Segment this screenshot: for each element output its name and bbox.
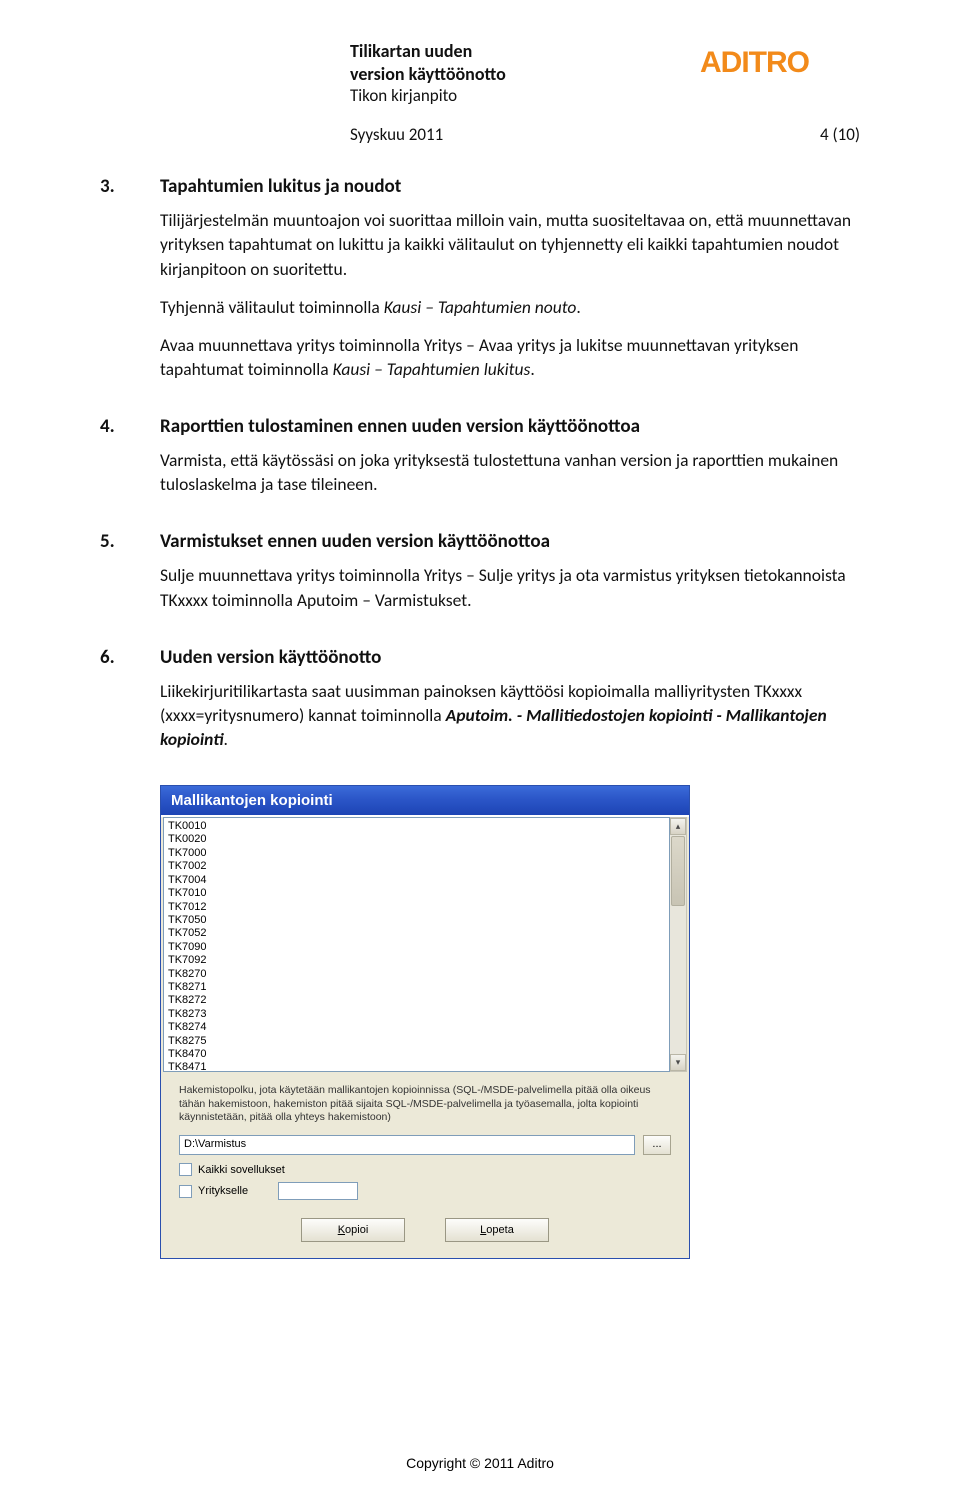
section-4: 4. Raporttien tulostaminen ennen uuden ve… <box>100 415 860 496</box>
paragraph: Tilijärjestelmän muuntoajon voi suoritta… <box>160 208 860 280</box>
section-title: Varmistukset ennen uuden version käyttöö… <box>160 530 550 553</box>
list-item[interactable]: TK7012 <box>168 901 665 914</box>
section-number: 3. <box>100 175 124 198</box>
kopioi-button[interactable]: Kopioi <box>301 1218 405 1242</box>
mallikantojen-dialog: Mallikantojen kopiointi TK0010TK0020TK70… <box>160 785 690 1259</box>
all-apps-checkbox[interactable] <box>179 1163 192 1176</box>
section-heading: 3. Tapahtumien lukitus ja noudot <box>100 175 860 198</box>
list-item[interactable]: TK7092 <box>168 954 665 967</box>
list-item[interactable]: TK7050 <box>168 914 665 927</box>
list-item[interactable]: TK8270 <box>168 968 665 981</box>
dialog-titlebar: Mallikantojen kopiointi <box>161 786 689 815</box>
list-item[interactable]: TK7000 <box>168 847 665 860</box>
aditro-logo: ADITRO <box>700 44 860 85</box>
list-item[interactable]: TK8271 <box>168 981 665 994</box>
page-number: 4 (10) <box>820 124 860 145</box>
yritykselle-label: Yritykselle <box>198 1185 248 1197</box>
doc-title-2: version käyttöönotto <box>350 63 506 86</box>
section-body: Varmista, että käytössäsi on joka yrityk… <box>100 448 860 496</box>
list-item[interactable]: TK8471 <box>168 1061 665 1072</box>
section-heading: 4. Raporttien tulostaminen ennen uuden ve… <box>100 415 860 438</box>
paragraph: Sulje muunnettava yritys toiminnolla Yri… <box>160 563 860 611</box>
section-heading: 5. Varmistukset ennen uuden version käytt… <box>100 530 860 553</box>
paragraph: Liikekirjuritilikartasta saat uusimman p… <box>160 679 860 751</box>
date-page-row: Syyskuu 2011 4 (10) <box>100 124 860 145</box>
all-apps-label: Kaikki sovellukset <box>198 1164 285 1176</box>
section-heading: 6. Uuden version käyttöönotto <box>100 646 860 669</box>
section-number: 6. <box>100 646 124 669</box>
paragraph: Varmista, että käytössäsi on joka yrityk… <box>160 448 860 496</box>
browse-button[interactable]: ... <box>643 1135 671 1155</box>
list-item[interactable]: TK7004 <box>168 874 665 887</box>
list-item[interactable]: TK8470 <box>168 1048 665 1061</box>
yritykselle-input[interactable] <box>278 1182 358 1200</box>
section-title: Uuden version käyttöönotto <box>160 646 381 669</box>
section-body: Sulje muunnettava yritys toiminnolla Yri… <box>100 563 860 611</box>
section-3: 3. Tapahtumien lukitus ja noudot Tilijärje… <box>100 175 860 381</box>
copyright-footer: Copyright © 2011 Aditro <box>0 1455 960 1471</box>
list-item[interactable]: TK7010 <box>168 887 665 900</box>
svg-text:ADITRO: ADITRO <box>700 46 810 79</box>
list-item[interactable]: TK8272 <box>168 994 665 1007</box>
list-item[interactable]: TK7002 <box>168 860 665 873</box>
section-title: Raporttien tulostaminen ennen uuden vers… <box>160 415 640 438</box>
list-item[interactable]: TK8275 <box>168 1035 665 1048</box>
page-header: Tilikartan uuden version käyttöönotto Ti… <box>100 40 860 106</box>
list-item[interactable]: TK8274 <box>168 1021 665 1034</box>
list-item[interactable]: TK0010 <box>168 820 665 833</box>
doc-subtitle: Tikon kirjanpito <box>350 85 506 106</box>
database-listbox[interactable]: TK0010TK0020TK7000TK7002TK7004TK7010TK70… <box>163 817 670 1072</box>
scroll-down-button[interactable]: ▾ <box>670 1054 686 1071</box>
scroll-thumb[interactable] <box>671 836 685 906</box>
scroll-up-button[interactable]: ▴ <box>670 818 686 835</box>
yritykselle-checkbox[interactable] <box>179 1185 192 1198</box>
section-6: 6. Uuden version käyttöönotto Liikekirjuri… <box>100 646 860 751</box>
doc-date: Syyskuu 2011 <box>350 124 443 145</box>
paragraph: Avaa muunnettava yritys toiminnolla Yrit… <box>160 333 860 381</box>
section-number: 4. <box>100 415 124 438</box>
listbox-scrollbar[interactable]: ▴ ▾ <box>670 817 687 1072</box>
section-title: Tapahtumien lukitus ja noudot <box>160 175 401 198</box>
section-body: Tilijärjestelmän muuntoajon voi suoritta… <box>100 208 860 381</box>
section-number: 5. <box>100 530 124 553</box>
list-item[interactable]: TK0020 <box>168 833 665 846</box>
list-item[interactable]: TK7052 <box>168 927 665 940</box>
dialog-hint-text: Hakemistopolku, jota käytetään mallikant… <box>161 1084 689 1135</box>
list-item[interactable]: TK7090 <box>168 941 665 954</box>
list-item[interactable]: TK8273 <box>168 1008 665 1021</box>
lopeta-button[interactable]: Lopeta <box>445 1218 549 1242</box>
doc-title-1: Tilikartan uuden <box>350 40 506 63</box>
path-input[interactable]: D:\Varmistus <box>179 1135 635 1155</box>
paragraph: Tyhjennä välitaulut toiminnolla Kausi – … <box>160 295 860 319</box>
section-5: 5. Varmistukset ennen uuden version käytt… <box>100 530 860 611</box>
section-body: Liikekirjuritilikartasta saat uusimman p… <box>100 679 860 751</box>
